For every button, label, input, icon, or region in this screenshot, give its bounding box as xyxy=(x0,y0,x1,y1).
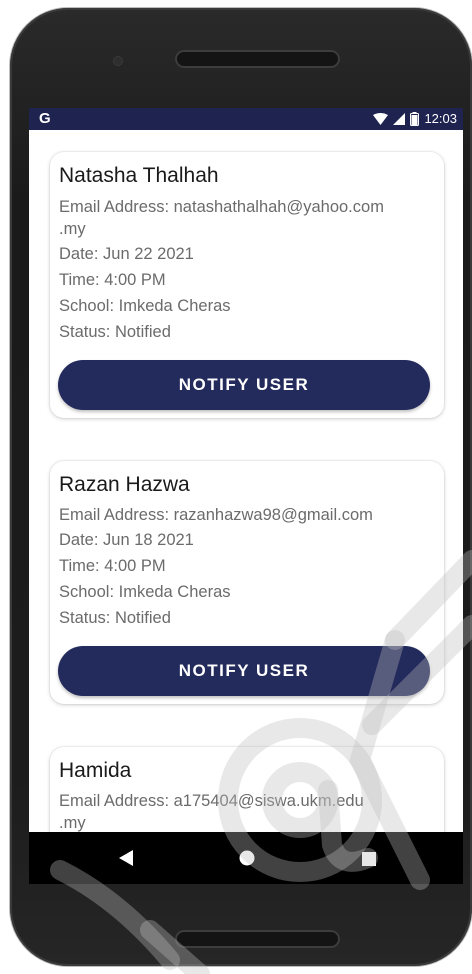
user-name: Hamida xyxy=(59,759,132,782)
status-time: 12:03 xyxy=(424,111,457,126)
booking-card: Natasha Thalhah Email Address: natashath… xyxy=(50,152,444,418)
front-camera xyxy=(114,57,122,65)
status-icons: 12:03 xyxy=(373,111,457,126)
school-name: School: Imkeda Cheras xyxy=(59,583,231,601)
notify-user-button[interactable]: NOTIFY USER xyxy=(58,646,430,696)
email-address: Email Address: natashathalhah@yahoo.com xyxy=(59,198,384,216)
booking-date: Date: Jun 22 2021 xyxy=(59,245,194,263)
email-address: Email Address: razanhazwa98@gmail.com xyxy=(59,506,373,524)
email-address-wrap: .my xyxy=(59,814,86,832)
booking-time: Time: 4:00 PM xyxy=(59,557,166,575)
booking-status: Status: Notified xyxy=(59,323,171,341)
email-address: Email Address: a175404@siswa.ukm.edu xyxy=(59,792,364,810)
bottom-speaker xyxy=(175,930,340,948)
signal-icon xyxy=(393,112,406,125)
booking-status: Status: Notified xyxy=(59,609,171,627)
booking-card: Hamida Email Address: a175404@siswa.ukm.… xyxy=(50,747,444,832)
user-name: Razan Hazwa xyxy=(59,473,190,496)
recent-apps-icon[interactable] xyxy=(362,851,376,870)
booking-date: Date: Jun 18 2021 xyxy=(59,531,194,549)
school-name: School: Imkeda Cheras xyxy=(59,297,231,315)
booking-time: Time: 4:00 PM xyxy=(59,271,166,289)
status-bar: G 12:03 xyxy=(29,108,463,130)
top-speaker xyxy=(175,50,340,68)
email-address-wrap: .my xyxy=(59,220,86,238)
wifi-icon xyxy=(373,112,389,125)
back-icon[interactable] xyxy=(119,850,133,870)
battery-icon xyxy=(410,111,420,126)
device-screen: G 12:03 Natasha Thalhah Email Address: n… xyxy=(29,108,463,884)
booking-card: Razan Hazwa Email Address: razanhazwa98@… xyxy=(50,461,444,704)
notify-user-button[interactable]: NOTIFY USER xyxy=(58,360,430,410)
home-icon[interactable] xyxy=(239,850,255,870)
app-notification-icon: G xyxy=(39,110,51,127)
user-name: Natasha Thalhah xyxy=(59,164,219,187)
booking-list[interactable]: Natasha Thalhah Email Address: natashath… xyxy=(29,130,463,832)
navigation-bar xyxy=(29,832,463,884)
